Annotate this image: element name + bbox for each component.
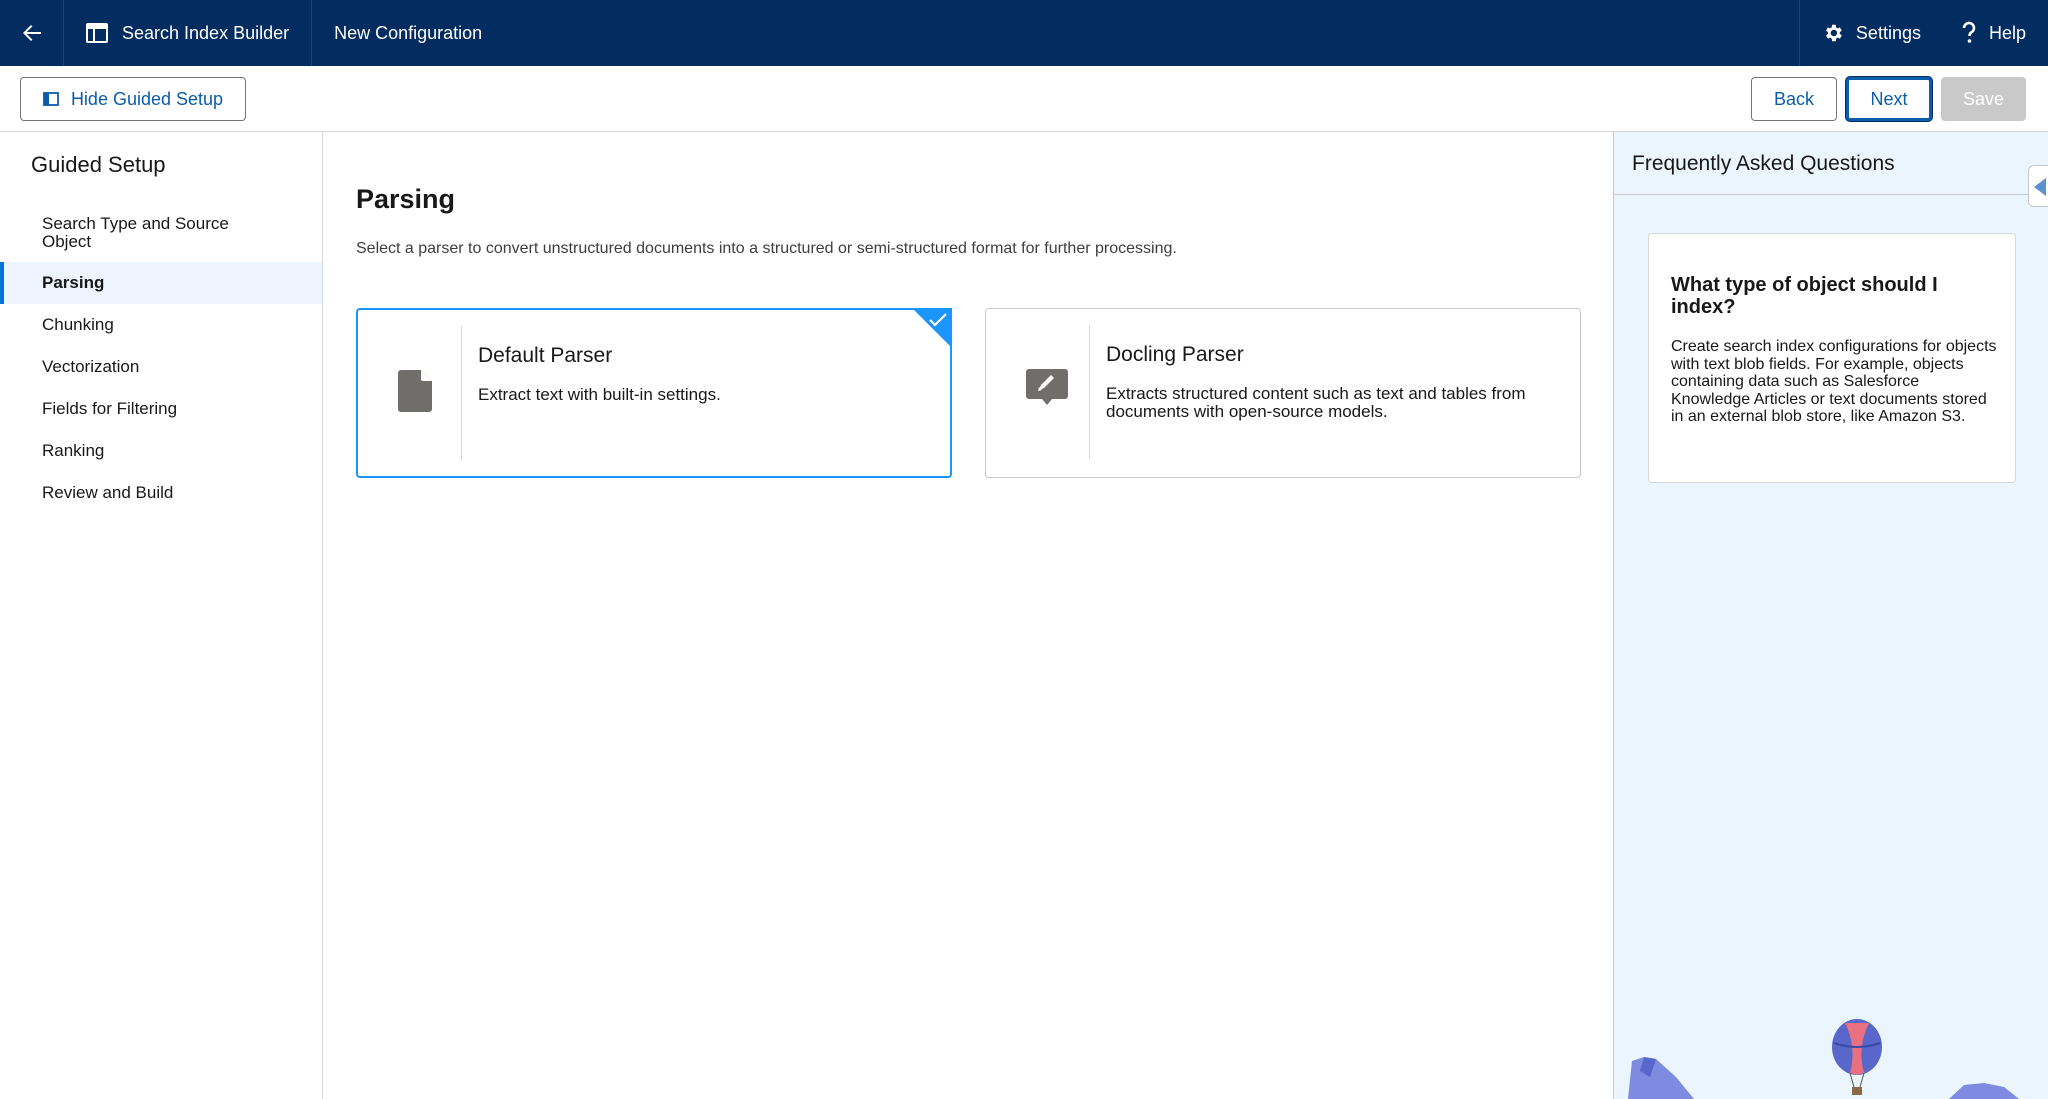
step-search-type[interactable]: Search Type and Source Object [0, 208, 322, 258]
parser-description: Extract text with built-in settings. [478, 385, 721, 404]
arrow-left-icon [22, 25, 41, 41]
app-launcher[interactable]: Search Index Builder [64, 0, 313, 66]
guided-setup-sidebar: Guided Setup Search Type and Source Obje… [0, 132, 323, 1099]
faq-question: What type of object should I index? [1671, 274, 1938, 318]
back-button[interactable]: Back [1751, 77, 1837, 121]
card-divider [461, 326, 462, 460]
gear-icon [1822, 22, 1844, 44]
card-divider [1089, 325, 1090, 459]
help-button[interactable]: Help [1943, 0, 2048, 66]
back-arrow-button[interactable] [0, 0, 64, 66]
action-toolbar: Hide Guided Setup Back Next Save [0, 66, 2048, 132]
step-fields-for-filtering[interactable]: Fields for Filtering [0, 388, 322, 430]
hide-guided-setup-button[interactable]: Hide Guided Setup [20, 77, 246, 121]
next-button[interactable]: Next [1846, 77, 1932, 121]
collapse-faq-button[interactable] [2028, 165, 2048, 207]
page-description: Select a parser to convert unstructured … [356, 240, 1177, 257]
main-content: Parsing Select a parser to convert unstr… [324, 132, 1612, 1099]
steps-list: Search Type and Source Object Parsing Ch… [0, 208, 322, 514]
save-button[interactable]: Save [1941, 77, 2026, 121]
step-chunking[interactable]: Chunking [0, 304, 322, 346]
document-icon [398, 370, 432, 412]
edit-comment-icon [1026, 369, 1068, 407]
step-parsing[interactable]: Parsing [0, 262, 322, 304]
help-label: Help [1988, 22, 2026, 43]
checkmark-icon [928, 312, 948, 328]
tab-new-configuration[interactable]: New Configuration [312, 0, 504, 66]
question-icon [1961, 21, 1977, 45]
app-name: Search Index Builder [122, 22, 290, 43]
step-ranking[interactable]: Ranking [0, 430, 322, 472]
faq-card: What type of object should I index? Crea… [1648, 233, 2016, 483]
parser-description: Extracts structured content such as text… [1106, 384, 1526, 421]
step-vectorization[interactable]: Vectorization [0, 346, 322, 388]
settings-label: Settings [1855, 22, 1921, 43]
settings-button[interactable]: Settings [1798, 0, 1943, 66]
parser-card-docling[interactable]: Docling Parser Extracts structured conte… [985, 308, 1581, 478]
faq-answer: Create search index configurations for o… [1671, 338, 1997, 425]
page-title: Parsing [356, 184, 456, 214]
panel-left-icon [43, 92, 59, 106]
table-icon [86, 23, 108, 43]
chevron-left-icon [2034, 178, 2046, 196]
parser-title: Docling Parser [1106, 343, 1244, 366]
faq-title: Frequently Asked Questions [1632, 152, 1895, 175]
sidebar-title: Guided Setup [31, 152, 166, 177]
faq-header: Frequently Asked Questions [1614, 132, 2048, 195]
mountain-balloon-illustration [1628, 1019, 2019, 1099]
step-review-and-build[interactable]: Review and Build [0, 472, 322, 514]
hide-guided-setup-label: Hide Guided Setup [70, 88, 224, 109]
parser-card-default[interactable]: Default Parser Extract text with built-i… [356, 308, 952, 478]
parser-title: Default Parser [478, 344, 613, 367]
top-nav-bar: Search Index Builder New Configuration S… [0, 0, 2048, 66]
faq-panel: Frequently Asked Questions What type of … [1613, 132, 2048, 1099]
